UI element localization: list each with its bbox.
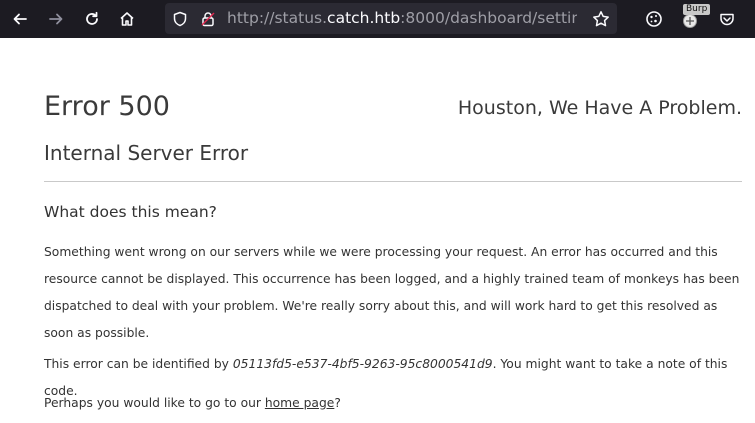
error-id-prefix: This error can be identified by: [44, 357, 233, 371]
reload-button[interactable]: [78, 5, 106, 33]
section-heading: What does this mean?: [44, 203, 217, 221]
url-bar[interactable]: http://status.catch.htb:8000/dashboard/s…: [165, 3, 617, 34]
home-link-paragraph: Perhaps you would like to go to our home…: [44, 390, 742, 417]
home-link-prefix: Perhaps you would like to go to our: [44, 396, 265, 410]
home-link-suffix: ?: [334, 396, 341, 410]
star-icon[interactable]: [591, 9, 611, 29]
explanation-paragraph: Something went wrong on our servers whil…: [44, 245, 740, 340]
url-text[interactable]: http://status.catch.htb:8000/dashboard/s…: [227, 3, 577, 34]
reload-icon: [84, 11, 100, 27]
divider: [44, 181, 742, 182]
error-subtitle: Internal Server Error: [44, 141, 249, 165]
home-icon: [119, 11, 135, 27]
cookie-icon: [645, 10, 663, 28]
error-tagline: Houston, We Have A Problem.: [457, 97, 742, 119]
home-page-link[interactable]: home page: [265, 396, 334, 410]
error-title: Error 500: [44, 91, 170, 122]
url-prefix: http://status.: [227, 9, 328, 27]
arrow-right-icon: [48, 11, 64, 27]
pocket-icon: [719, 11, 735, 27]
url-host: catch.htb: [327, 9, 401, 27]
shield-icon[interactable]: [171, 10, 189, 28]
extension-badge: Burp: [683, 4, 711, 15]
error-code: 05113fd5-e537-4bf5-9263-95c8000541d9: [232, 357, 493, 371]
url-suffix: :8000/dashboard/settings/ma: [400, 9, 577, 27]
back-button[interactable]: [6, 5, 34, 33]
lock-icon[interactable]: [199, 10, 217, 28]
forward-button[interactable]: [42, 5, 70, 33]
browser-toolbar: http://status.catch.htb:8000/dashboard/s…: [0, 0, 755, 38]
home-button[interactable]: [113, 5, 141, 33]
arrow-left-icon: [12, 11, 28, 27]
pocket-button[interactable]: [713, 5, 741, 33]
cookie-extension-button[interactable]: [640, 5, 668, 33]
